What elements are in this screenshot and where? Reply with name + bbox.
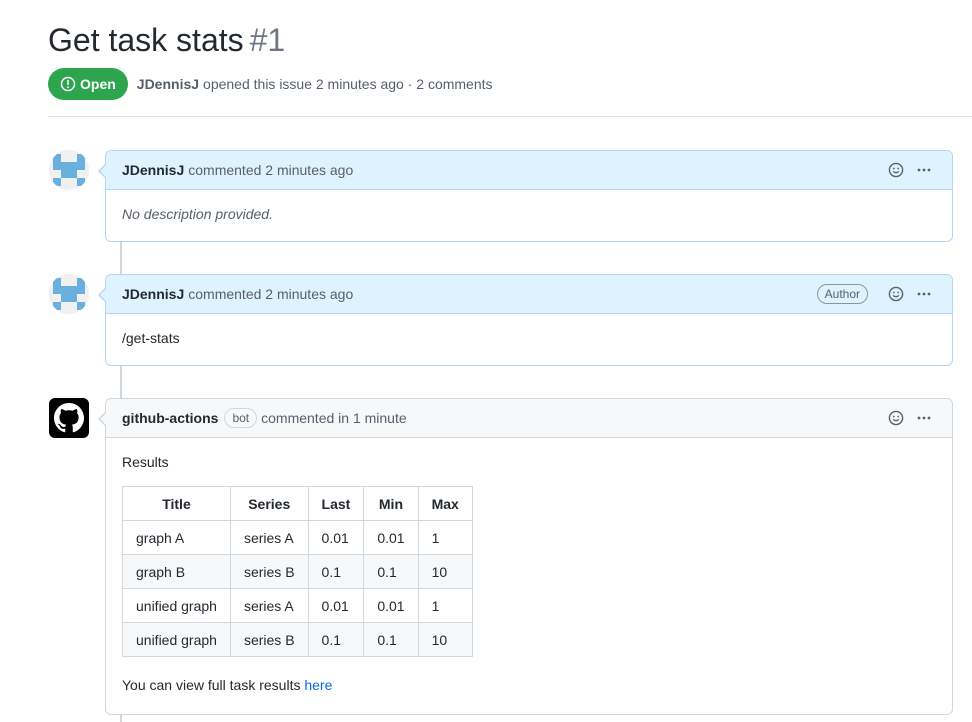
kebab-horizontal-icon[interactable] xyxy=(912,406,936,430)
table-cell: series B xyxy=(229,554,309,589)
table-cell: series A xyxy=(229,520,309,555)
status-badge: Open xyxy=(48,68,128,100)
table-cell: 0.01 xyxy=(363,588,419,623)
table-cell: 0.01 xyxy=(363,520,419,555)
table-cell: graph A xyxy=(122,520,231,555)
table-cell: 0.1 xyxy=(363,622,419,657)
table-cell: graph B xyxy=(122,554,231,589)
github-mark-icon xyxy=(54,403,84,433)
table-cell: unified graph xyxy=(122,588,231,623)
identicon-avatar-icon xyxy=(49,150,89,190)
table-cell: unified graph xyxy=(122,622,231,657)
issue-meta-text: opened this issue 2 minutes ago · 2 comm… xyxy=(203,76,493,92)
column-header: Last xyxy=(307,486,365,521)
comment-body: No description provided. xyxy=(106,190,952,238)
smiley-icon[interactable] xyxy=(884,158,908,182)
table-cell: 1 xyxy=(417,520,473,555)
issue-author-link[interactable]: JDennisJ xyxy=(137,76,199,92)
issue-number: #1 xyxy=(249,22,286,58)
table-row: unified graph series A 0.01 0.01 1 xyxy=(122,588,473,623)
comment-card: JDennisJ commented 2 minutes ago Author … xyxy=(98,274,953,366)
results-footer-text: You can view full task results xyxy=(122,677,301,693)
table-header-row: Title Series Last Min Max xyxy=(122,486,473,521)
column-header: Min xyxy=(363,486,419,521)
smiley-icon[interactable] xyxy=(884,282,908,306)
table-cell: 10 xyxy=(417,622,473,657)
table-cell: 1 xyxy=(417,588,473,623)
bot-badge: bot xyxy=(224,408,258,428)
kebab-horizontal-icon[interactable] xyxy=(912,282,936,306)
timeline-connector xyxy=(120,241,122,274)
avatar[interactable] xyxy=(49,274,89,314)
smiley-icon[interactable] xyxy=(884,406,908,430)
kebab-horizontal-icon[interactable] xyxy=(912,158,936,182)
timeline-connector xyxy=(120,714,122,722)
column-header: Title xyxy=(122,486,231,521)
table-cell: series A xyxy=(229,588,309,623)
identicon-avatar-icon xyxy=(49,274,89,314)
results-table: Title Series Last Min Max graph A series… xyxy=(122,486,473,657)
status-badge-label: Open xyxy=(80,76,116,92)
comment-body: /get-stats xyxy=(106,314,952,362)
comment-timestamp[interactable]: commented 2 minutes ago xyxy=(188,162,353,178)
table-cell: 10 xyxy=(417,554,473,589)
comment-header: JDennisJ commented 2 minutes ago Author xyxy=(98,275,952,314)
comment-text: /get-stats xyxy=(122,330,180,346)
results-footer: You can view full task results here xyxy=(122,677,936,693)
comment-author-link[interactable]: github-actions xyxy=(122,410,218,426)
avatar[interactable] xyxy=(49,398,89,438)
avatar[interactable] xyxy=(49,150,89,190)
table-cell: series B xyxy=(229,622,309,657)
comment-author-link[interactable]: JDennisJ xyxy=(122,162,184,178)
comment-card: github-actions bot commented in 1 minute… xyxy=(98,398,953,715)
table-row: unified graph series B 0.1 0.1 10 xyxy=(122,622,473,657)
page-title: Get task stats #1 xyxy=(48,22,285,59)
comment-body: Results Title Series Last Min Max graph … xyxy=(106,438,952,709)
comment-card: JDennisJ commented 2 minutes ago No desc… xyxy=(98,150,953,242)
comment-header: github-actions bot commented in 1 minute xyxy=(98,399,952,438)
comment-header: JDennisJ commented 2 minutes ago xyxy=(98,151,952,190)
table-row: graph B series B 0.1 0.1 10 xyxy=(122,554,473,589)
comment-author-link[interactable]: JDennisJ xyxy=(122,286,184,302)
comment-timestamp[interactable]: commented in 1 minute xyxy=(261,410,407,426)
issue-meta: Open JDennisJ opened this issue 2 minute… xyxy=(48,68,493,100)
table-cell: 0.01 xyxy=(307,588,365,623)
timeline-connector xyxy=(120,365,122,398)
issue-title-text: Get task stats xyxy=(48,22,244,58)
header-divider xyxy=(48,116,972,117)
table-cell: 0.1 xyxy=(363,554,419,589)
table-cell: 0.1 xyxy=(307,554,365,589)
column-header: Max xyxy=(417,486,473,521)
table-cell: 0.1 xyxy=(307,622,365,657)
comment-text: No description provided. xyxy=(122,206,273,222)
issue-opened-icon xyxy=(60,76,76,92)
author-badge: Author xyxy=(816,284,868,304)
table-row: graph A series A 0.01 0.01 1 xyxy=(122,520,473,555)
column-header: Series xyxy=(229,486,309,521)
comment-text: Results xyxy=(122,454,169,470)
comment-timestamp[interactable]: commented 2 minutes ago xyxy=(188,286,353,302)
results-link[interactable]: here xyxy=(304,677,332,693)
table-cell: 0.01 xyxy=(307,520,365,555)
